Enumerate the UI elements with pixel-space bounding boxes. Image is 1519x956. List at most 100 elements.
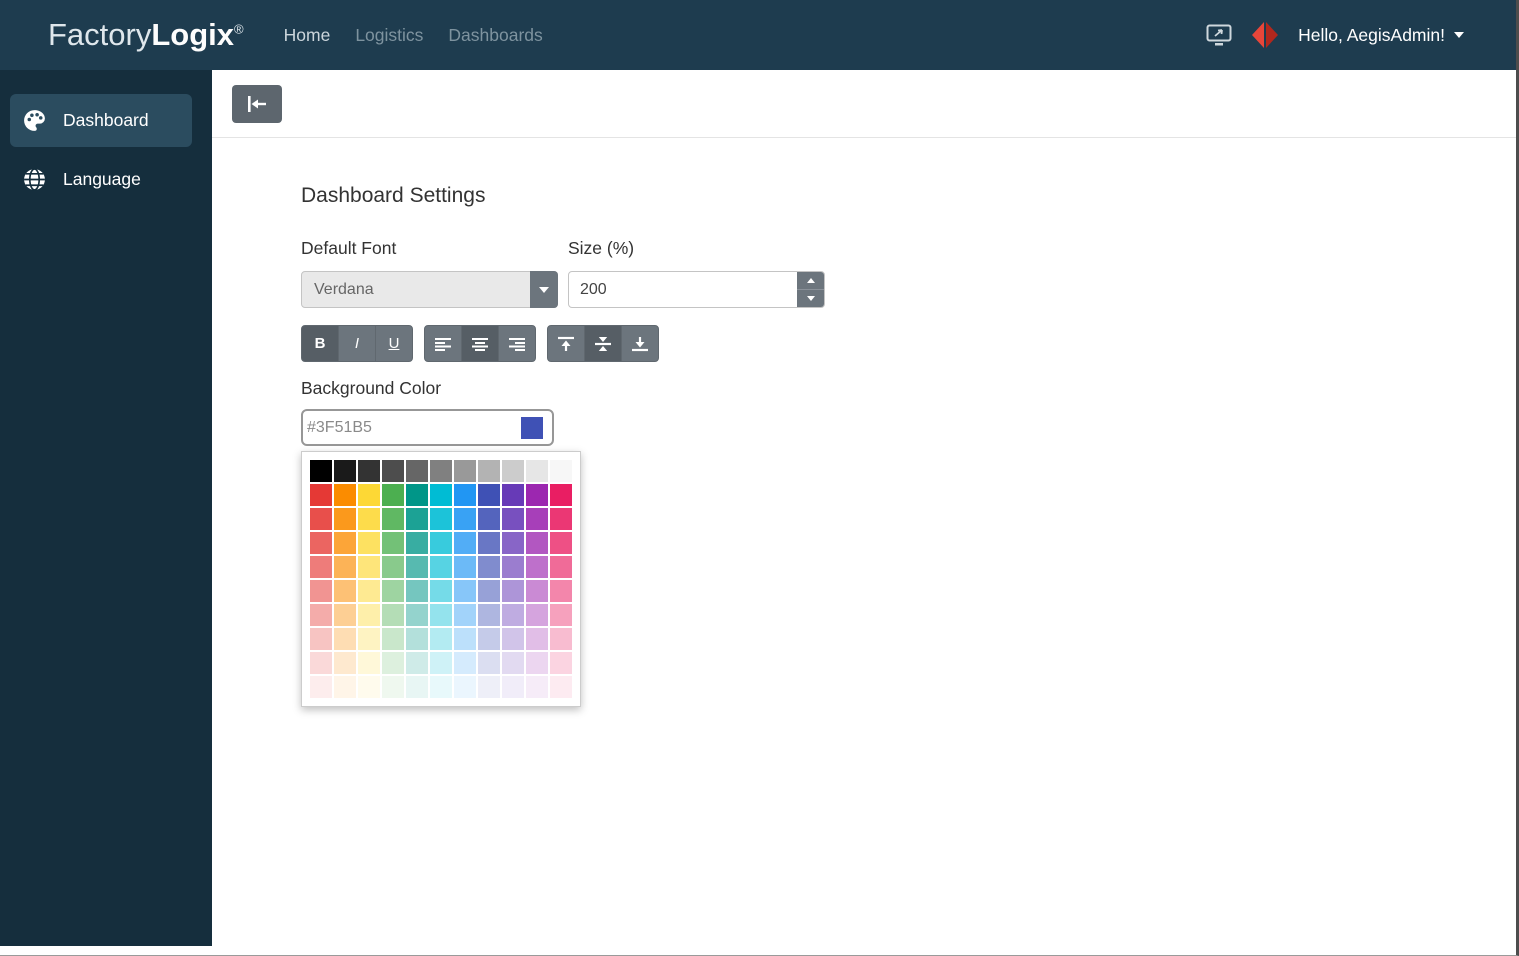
palette-swatch[interactable]	[430, 484, 452, 506]
palette-swatch[interactable]	[550, 532, 572, 554]
palette-swatch[interactable]	[382, 508, 404, 530]
palette-swatch[interactable]	[430, 580, 452, 602]
palette-swatch[interactable]	[502, 628, 524, 650]
palette-swatch[interactable]	[478, 628, 500, 650]
spinner-up-button[interactable]	[797, 272, 824, 290]
palette-swatch[interactable]	[526, 556, 548, 578]
palette-swatch[interactable]	[478, 676, 500, 698]
bold-button[interactable]: B	[301, 325, 339, 362]
palette-swatch[interactable]	[454, 556, 476, 578]
italic-button[interactable]: I	[338, 325, 376, 362]
palette-swatch[interactable]	[310, 460, 332, 482]
palette-swatch[interactable]	[550, 556, 572, 578]
sidebar-item-language[interactable]: Language	[10, 153, 192, 206]
align-left-button[interactable]	[424, 325, 462, 362]
palette-swatch[interactable]	[430, 556, 452, 578]
palette-swatch[interactable]	[334, 532, 356, 554]
palette-swatch[interactable]	[406, 556, 428, 578]
palette-swatch[interactable]	[454, 652, 476, 674]
palette-swatch[interactable]	[310, 484, 332, 506]
palette-swatch[interactable]	[310, 676, 332, 698]
sidebar-item-dashboard[interactable]: Dashboard	[10, 94, 192, 147]
palette-swatch[interactable]	[430, 628, 452, 650]
palette-swatch[interactable]	[334, 604, 356, 626]
palette-swatch[interactable]	[526, 676, 548, 698]
palette-swatch[interactable]	[406, 484, 428, 506]
palette-swatch[interactable]	[526, 532, 548, 554]
palette-swatch[interactable]	[310, 532, 332, 554]
palette-swatch[interactable]	[502, 484, 524, 506]
palette-swatch[interactable]	[454, 580, 476, 602]
palette-swatch[interactable]	[358, 628, 380, 650]
palette-swatch[interactable]	[478, 460, 500, 482]
palette-swatch[interactable]	[406, 460, 428, 482]
palette-swatch[interactable]	[430, 652, 452, 674]
palette-swatch[interactable]	[454, 604, 476, 626]
palette-swatch[interactable]	[406, 652, 428, 674]
palette-swatch[interactable]	[454, 460, 476, 482]
palette-swatch[interactable]	[382, 556, 404, 578]
palette-swatch[interactable]	[526, 628, 548, 650]
palette-swatch[interactable]	[358, 652, 380, 674]
palette-swatch[interactable]	[502, 604, 524, 626]
palette-swatch[interactable]	[550, 676, 572, 698]
palette-swatch[interactable]	[406, 532, 428, 554]
nav-logistics[interactable]: Logistics	[355, 25, 423, 46]
palette-swatch[interactable]	[478, 652, 500, 674]
palette-swatch[interactable]	[358, 556, 380, 578]
palette-swatch[interactable]	[502, 460, 524, 482]
palette-swatch[interactable]	[382, 676, 404, 698]
valign-middle-button[interactable]	[584, 325, 622, 362]
collapse-sidebar-button[interactable]	[232, 85, 282, 123]
palette-swatch[interactable]	[358, 484, 380, 506]
valign-top-button[interactable]	[547, 325, 585, 362]
palette-swatch[interactable]	[502, 652, 524, 674]
nav-home[interactable]: Home	[284, 25, 331, 46]
palette-swatch[interactable]	[550, 652, 572, 674]
palette-swatch[interactable]	[550, 508, 572, 530]
spinner-down-button[interactable]	[797, 290, 824, 307]
palette-swatch[interactable]	[334, 460, 356, 482]
palette-swatch[interactable]	[430, 604, 452, 626]
palette-swatch[interactable]	[310, 556, 332, 578]
palette-swatch[interactable]	[406, 628, 428, 650]
palette-swatch[interactable]	[526, 508, 548, 530]
color-hex-input[interactable]	[307, 419, 521, 437]
palette-swatch[interactable]	[382, 652, 404, 674]
palette-swatch[interactable]	[430, 460, 452, 482]
palette-swatch[interactable]	[406, 508, 428, 530]
palette-swatch[interactable]	[502, 676, 524, 698]
palette-swatch[interactable]	[334, 556, 356, 578]
palette-swatch[interactable]	[526, 652, 548, 674]
palette-swatch[interactable]	[526, 604, 548, 626]
palette-swatch[interactable]	[334, 508, 356, 530]
palette-swatch[interactable]	[310, 628, 332, 650]
palette-swatch[interactable]	[430, 508, 452, 530]
nav-dashboards[interactable]: Dashboards	[448, 25, 542, 46]
palette-swatch[interactable]	[454, 532, 476, 554]
font-select-caret-button[interactable]	[530, 271, 558, 308]
palette-swatch[interactable]	[334, 484, 356, 506]
palette-swatch[interactable]	[550, 604, 572, 626]
palette-swatch[interactable]	[334, 580, 356, 602]
palette-swatch[interactable]	[502, 556, 524, 578]
display-icon[interactable]	[1206, 24, 1232, 47]
palette-swatch[interactable]	[358, 604, 380, 626]
background-color-input[interactable]	[301, 409, 554, 446]
palette-swatch[interactable]	[382, 580, 404, 602]
palette-swatch[interactable]	[454, 676, 476, 698]
palette-swatch[interactable]	[382, 484, 404, 506]
palette-swatch[interactable]	[406, 676, 428, 698]
palette-swatch[interactable]	[334, 652, 356, 674]
palette-swatch[interactable]	[406, 604, 428, 626]
palette-swatch[interactable]	[454, 508, 476, 530]
palette-swatch[interactable]	[406, 580, 428, 602]
palette-swatch[interactable]	[358, 460, 380, 482]
palette-swatch[interactable]	[478, 484, 500, 506]
palette-swatch[interactable]	[358, 532, 380, 554]
user-menu[interactable]: Hello, AegisAdmin!	[1298, 25, 1464, 46]
palette-swatch[interactable]	[502, 532, 524, 554]
palette-swatch[interactable]	[382, 532, 404, 554]
palette-swatch[interactable]	[550, 628, 572, 650]
palette-swatch[interactable]	[334, 676, 356, 698]
